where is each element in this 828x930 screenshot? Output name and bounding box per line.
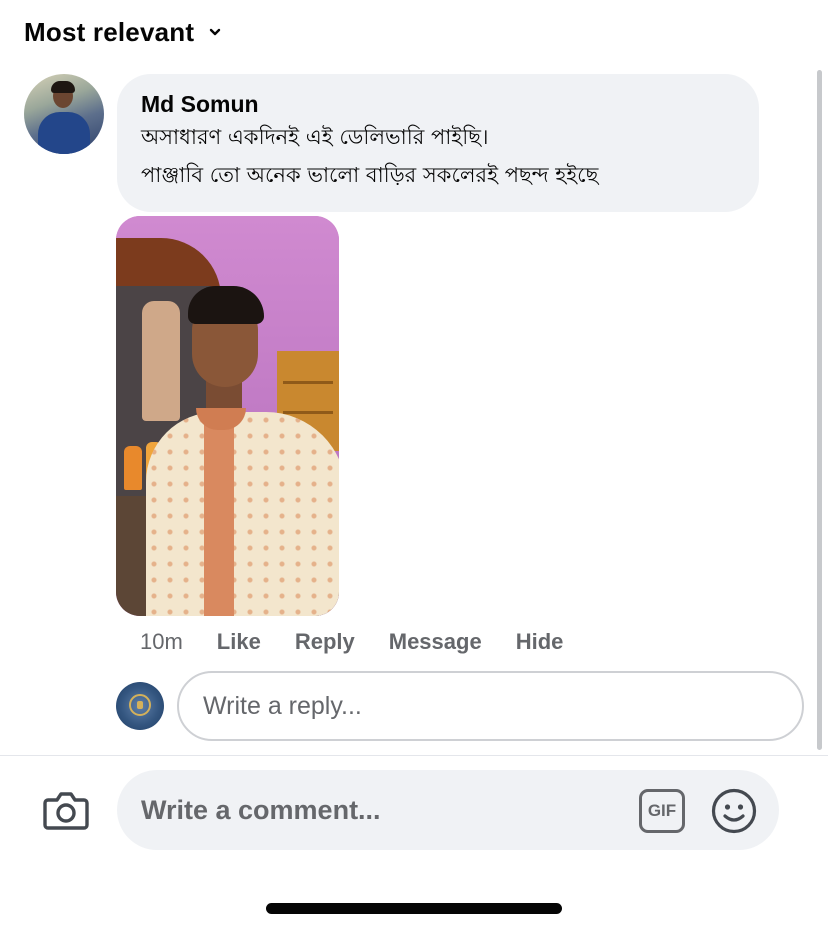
home-indicator [266, 903, 562, 914]
current-user-avatar [116, 682, 164, 730]
reply-input[interactable] [177, 671, 804, 741]
comment-photo[interactable] [116, 216, 339, 616]
sort-selector[interactable]: Most relevant [24, 14, 222, 50]
gif-button[interactable]: GIF [639, 789, 685, 833]
smiley-icon[interactable] [711, 788, 757, 834]
sort-label: Most relevant [24, 16, 195, 47]
scrollbar[interactable] [817, 70, 822, 750]
commenter-avatar[interactable] [24, 74, 104, 154]
camera-icon[interactable] [42, 788, 90, 832]
chevron-down-icon [210, 28, 221, 36]
hide-button[interactable]: Hide [516, 629, 564, 655]
like-button[interactable]: Like [217, 629, 261, 655]
message-button[interactable]: Message [389, 629, 482, 655]
reply-button[interactable]: Reply [295, 629, 355, 655]
divider [0, 755, 828, 756]
comment-text-line-2: পাঞ্জাবি তো অনেক ভালো বাড়ির সকলেরই পছন্… [141, 163, 599, 187]
comment-composer: GIF [117, 770, 779, 850]
comment-author[interactable]: Md Somun [141, 90, 735, 118]
comment-bubble: Md Somun অসাধারণ একদিনই এই ডেলিভারি পাইছ… [117, 74, 759, 212]
comment-timestamp[interactable]: 10m [140, 629, 183, 655]
comment-text-line-1: অসাধারণ একদিনই এই ডেলিভারি পাইছি। [141, 125, 489, 149]
comment-input[interactable] [141, 788, 621, 832]
comment-actions: 10m Like Reply Message Hide [140, 626, 597, 658]
